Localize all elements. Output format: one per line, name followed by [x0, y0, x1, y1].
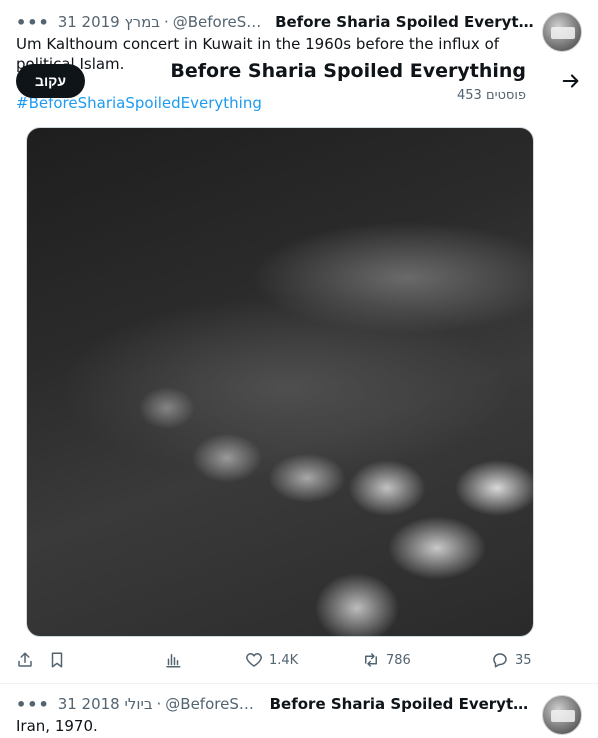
avatar[interactable]: [542, 12, 582, 52]
reply-icon: [493, 653, 507, 668]
tweet-photo[interactable]: [26, 127, 534, 637]
user-handle[interactable]: @BeforeSh…: [173, 13, 267, 31]
bookmark-button[interactable]: [48, 648, 66, 672]
profile-name: Before Sharia Spoiled Everything: [170, 60, 526, 82]
display-name[interactable]: Before Sharia Spoiled Everyth…: [275, 13, 534, 31]
reply-count: 35: [515, 652, 532, 668]
retweet-button[interactable]: 786: [362, 648, 411, 672]
tweet[interactable]: ••• 31 ביולי 2018 · @BeforeSh… Before Sh…: [0, 684, 598, 738]
display-name[interactable]: Before Sharia Spoiled Everyth…: [270, 695, 534, 713]
tweet[interactable]: ••• 31 במרץ 2019 · @BeforeSh… Before Sha…: [0, 0, 598, 684]
tweet-date[interactable]: 31 ביולי 2018: [58, 695, 153, 713]
follow-button[interactable]: עקוב: [16, 64, 85, 98]
tweet-header: ••• 31 במרץ 2019 · @BeforeSh… Before Sha…: [16, 11, 534, 33]
more-options-button[interactable]: •••: [16, 695, 50, 714]
analytics-button[interactable]: [164, 648, 182, 672]
reply-button[interactable]: 35: [491, 648, 532, 672]
share-button[interactable]: [16, 648, 34, 672]
share-icon: [18, 652, 32, 667]
tweet-date[interactable]: 31 במרץ 2019: [58, 13, 160, 31]
like-count: 1.4K: [269, 652, 299, 668]
retweet-icon: [365, 653, 377, 667]
separator: ·: [156, 695, 162, 713]
tweet-actions: 1.4K 786 35: [16, 648, 536, 672]
more-options-button[interactable]: •••: [16, 13, 50, 32]
separator: ·: [163, 13, 169, 31]
user-handle[interactable]: @BeforeSh…: [165, 695, 261, 713]
tweet-header: ••• 31 ביולי 2018 · @BeforeSh… Before Sh…: [16, 693, 534, 715]
bookmark-icon: [51, 652, 63, 668]
tweet-text: Iran, 1970.: [16, 717, 98, 735]
arrow-right-icon[interactable]: [560, 70, 582, 92]
heart-icon: [246, 653, 262, 667]
like-button[interactable]: 1.4K: [245, 648, 298, 672]
retweet-count: 786: [386, 652, 411, 668]
analytics-icon: [166, 654, 181, 668]
avatar[interactable]: [542, 695, 582, 735]
profile-header-overlay: עקוב Before Sharia Spoiled Everything 45…: [0, 52, 598, 108]
posts-count: 453 פוסטים: [456, 88, 526, 103]
